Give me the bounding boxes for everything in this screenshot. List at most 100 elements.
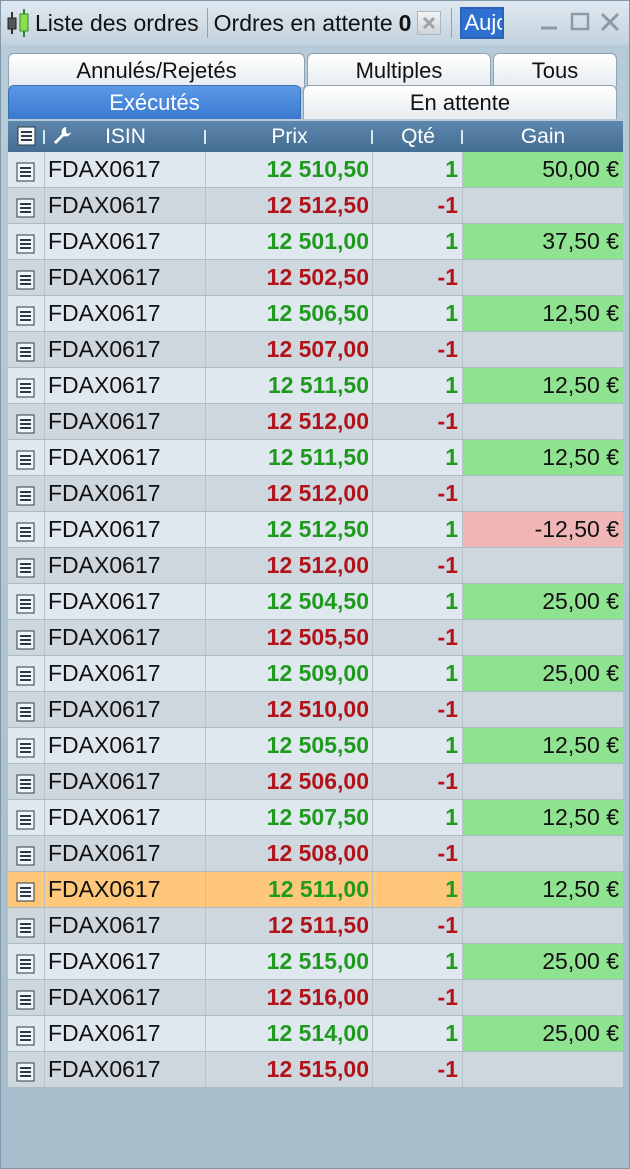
cell-isin: FDAX0617 bbox=[45, 224, 206, 259]
table-row[interactable]: FDAX0617 12 512,50 1 -12,50 € bbox=[8, 512, 623, 548]
table-row[interactable]: FDAX0617 12 507,50 1 12,50 € bbox=[8, 800, 623, 836]
table-row[interactable]: FDAX0617 12 506,50 1 12,50 € bbox=[8, 296, 623, 332]
order-details-icon[interactable] bbox=[8, 152, 45, 187]
tab-executes[interactable]: Exécutés bbox=[8, 85, 301, 119]
title-bar: Liste des ordres Ordres en attente 0 Auj… bbox=[1, 1, 629, 45]
order-details-icon[interactable] bbox=[8, 368, 45, 403]
order-details-icon[interactable] bbox=[8, 692, 45, 727]
order-details-icon[interactable] bbox=[8, 944, 45, 979]
columns-icon[interactable] bbox=[8, 121, 45, 152]
order-details-icon[interactable] bbox=[8, 764, 45, 799]
toolbar-separator bbox=[206, 8, 208, 38]
table-row[interactable]: FDAX0617 12 515,00 1 25,00 € bbox=[8, 944, 623, 980]
minimize-icon[interactable] bbox=[538, 11, 560, 33]
order-details-icon[interactable] bbox=[8, 1052, 45, 1087]
table-row[interactable]: FDAX0617 12 505,50 -1 bbox=[8, 620, 623, 656]
maximize-icon[interactable] bbox=[569, 11, 591, 33]
table-row[interactable]: FDAX0617 12 504,50 1 25,00 € bbox=[8, 584, 623, 620]
cell-prix: 12 511,50 bbox=[206, 368, 373, 403]
order-details-icon[interactable] bbox=[8, 908, 45, 943]
table-row[interactable]: FDAX0617 12 514,00 1 25,00 € bbox=[8, 1016, 623, 1052]
table-row[interactable]: FDAX0617 12 515,00 -1 bbox=[8, 1052, 623, 1088]
table-row[interactable]: FDAX0617 12 516,00 -1 bbox=[8, 980, 623, 1016]
cell-isin: FDAX0617 bbox=[45, 1052, 206, 1087]
cell-qte: -1 bbox=[373, 764, 463, 799]
wrench-icon[interactable] bbox=[51, 125, 73, 147]
cell-prix: 12 506,50 bbox=[206, 296, 373, 331]
candlestick-icon[interactable] bbox=[1, 1, 35, 45]
column-header-prix[interactable]: Prix bbox=[206, 121, 373, 152]
cell-qte: 1 bbox=[373, 584, 463, 619]
table-row[interactable]: FDAX0617 12 502,50 -1 bbox=[8, 260, 623, 296]
order-details-icon[interactable] bbox=[8, 224, 45, 259]
table-row[interactable]: FDAX0617 12 510,00 -1 bbox=[8, 692, 623, 728]
table-row[interactable]: FDAX0617 12 507,00 -1 bbox=[8, 332, 623, 368]
cell-isin: FDAX0617 bbox=[45, 296, 206, 331]
order-details-icon[interactable] bbox=[8, 728, 45, 763]
order-details-icon[interactable] bbox=[8, 836, 45, 871]
order-details-icon[interactable] bbox=[8, 656, 45, 691]
order-details-icon[interactable] bbox=[8, 800, 45, 835]
order-details-icon[interactable] bbox=[8, 476, 45, 511]
cell-qte: -1 bbox=[373, 476, 463, 511]
table-row[interactable]: FDAX0617 12 512,00 -1 bbox=[8, 404, 623, 440]
tab-multiples[interactable]: Multiples bbox=[307, 53, 491, 87]
order-details-icon[interactable] bbox=[8, 584, 45, 619]
cell-prix: 12 505,50 bbox=[206, 620, 373, 655]
cell-prix: 12 512,00 bbox=[206, 476, 373, 511]
table-row[interactable]: FDAX0617 12 511,50 1 12,50 € bbox=[8, 368, 623, 404]
table-row[interactable]: FDAX0617 12 510,50 1 50,00 € bbox=[8, 152, 623, 188]
cell-isin: FDAX0617 bbox=[45, 332, 206, 367]
column-header-gain[interactable]: Gain bbox=[463, 121, 623, 152]
cell-gain bbox=[463, 980, 623, 1015]
cell-qte: 1 bbox=[373, 872, 463, 907]
clear-icon[interactable] bbox=[417, 11, 442, 35]
tab-en-attente[interactable]: En attente bbox=[303, 85, 617, 119]
cell-gain: 37,50 € bbox=[463, 224, 623, 259]
order-details-icon[interactable] bbox=[8, 260, 45, 295]
table-row[interactable]: FDAX0617 12 511,50 1 12,50 € bbox=[8, 440, 623, 476]
cell-prix: 12 514,00 bbox=[206, 1016, 373, 1051]
order-details-icon[interactable] bbox=[8, 872, 45, 907]
cell-qte: -1 bbox=[373, 404, 463, 439]
cell-prix: 12 510,00 bbox=[206, 692, 373, 727]
close-icon[interactable] bbox=[599, 11, 621, 33]
order-details-icon[interactable] bbox=[8, 548, 45, 583]
cell-isin: FDAX0617 bbox=[45, 1016, 206, 1051]
pending-orders-label: Ordres en attente bbox=[213, 9, 393, 36]
table-row[interactable]: FDAX0617 12 505,50 1 12,50 € bbox=[8, 728, 623, 764]
cell-isin: FDAX0617 bbox=[45, 404, 206, 439]
cell-isin: FDAX0617 bbox=[45, 188, 206, 223]
table-row[interactable]: FDAX0617 12 512,00 -1 bbox=[8, 476, 623, 512]
order-details-icon[interactable] bbox=[8, 404, 45, 439]
tab-annules-rejetes[interactable]: Annulés/Rejetés bbox=[8, 53, 305, 87]
table-row[interactable]: FDAX0617 12 512,50 -1 bbox=[8, 188, 623, 224]
cell-prix: 12 507,50 bbox=[206, 800, 373, 835]
order-details-icon[interactable] bbox=[8, 296, 45, 331]
period-select[interactable]: Aujourd'hui bbox=[460, 7, 505, 39]
cell-qte: 1 bbox=[373, 152, 463, 187]
table-row[interactable]: FDAX0617 12 512,00 -1 bbox=[8, 548, 623, 584]
order-details-icon[interactable] bbox=[8, 440, 45, 475]
cell-qte: -1 bbox=[373, 836, 463, 871]
table-row[interactable]: FDAX0617 12 508,00 -1 bbox=[8, 836, 623, 872]
column-header-qte[interactable]: Qté bbox=[373, 121, 463, 152]
tab-tous[interactable]: Tous bbox=[493, 53, 617, 87]
table-row[interactable]: FDAX0617 12 511,00 1 12,50 € bbox=[8, 872, 623, 908]
order-details-icon[interactable] bbox=[8, 620, 45, 655]
table-row[interactable]: FDAX0617 12 511,50 -1 bbox=[8, 908, 623, 944]
table-row[interactable]: FDAX0617 12 509,00 1 25,00 € bbox=[8, 656, 623, 692]
table-row[interactable]: FDAX0617 12 501,00 1 37,50 € bbox=[8, 224, 623, 260]
cell-qte: -1 bbox=[373, 188, 463, 223]
cell-qte: -1 bbox=[373, 548, 463, 583]
order-details-icon[interactable] bbox=[8, 1016, 45, 1051]
order-details-icon[interactable] bbox=[8, 980, 45, 1015]
table-row[interactable]: FDAX0617 12 506,00 -1 bbox=[8, 764, 623, 800]
order-details-icon[interactable] bbox=[8, 332, 45, 367]
cell-gain: 12,50 € bbox=[463, 296, 623, 331]
order-details-icon[interactable] bbox=[8, 512, 45, 547]
cell-isin: FDAX0617 bbox=[45, 836, 206, 871]
cell-qte: 1 bbox=[373, 728, 463, 763]
column-header-isin[interactable]: ISIN bbox=[45, 121, 206, 152]
order-details-icon[interactable] bbox=[8, 188, 45, 223]
